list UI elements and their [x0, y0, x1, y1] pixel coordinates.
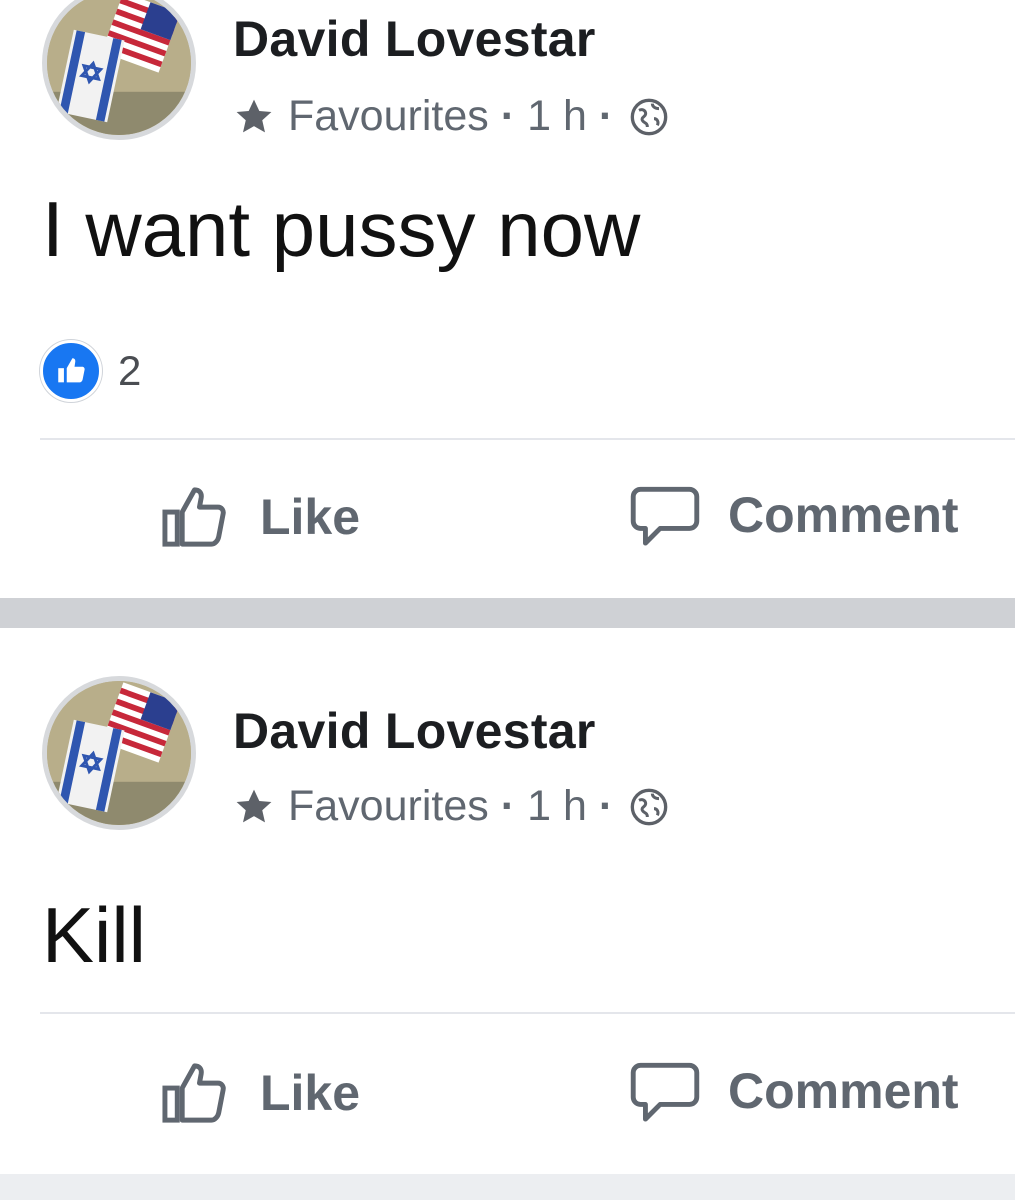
- post-meta: Favourites · 1 h ·: [232, 92, 669, 141]
- like-label: Like: [260, 1065, 361, 1121]
- comment-button[interactable]: Comment: [628, 1058, 959, 1124]
- like-button[interactable]: Like: [160, 482, 360, 552]
- divider: [40, 438, 1015, 440]
- star-icon: [236, 99, 272, 132]
- comment-icon: [630, 1062, 700, 1122]
- post-card-2: David Lovestar Favourites · 1 h · Kill L…: [0, 628, 1015, 1174]
- meta-separator: ·: [598, 92, 614, 140]
- reaction-summary[interactable]: 2: [40, 340, 141, 402]
- post-body-text: I want pussy now: [42, 185, 641, 273]
- audience-label[interactable]: Favourites: [288, 782, 489, 831]
- post-timestamp[interactable]: 1 h: [527, 92, 587, 141]
- divider: [40, 1012, 1015, 1014]
- meta-separator: ·: [500, 92, 516, 140]
- author-name[interactable]: David Lovestar: [233, 702, 596, 760]
- post-body-text: Kill: [42, 891, 147, 979]
- meta-separator: ·: [500, 782, 516, 830]
- like-label: Like: [260, 489, 361, 545]
- avatar-flags-image: [47, 0, 191, 135]
- thumbs-up-icon: [162, 1063, 226, 1123]
- author-avatar[interactable]: [42, 0, 196, 140]
- post-card-1: David Lovestar Favourites · 1 h · I want…: [0, 0, 1015, 598]
- comment-button[interactable]: Comment: [628, 482, 959, 548]
- reaction-count: 2: [118, 347, 142, 394]
- like-reaction-icon: [40, 340, 102, 402]
- author-name[interactable]: David Lovestar: [233, 10, 596, 68]
- meta-separator: ·: [598, 782, 614, 830]
- feed-separator: [0, 1174, 1015, 1200]
- globe-icon: [630, 98, 668, 135]
- audience-label[interactable]: Favourites: [288, 92, 489, 141]
- avatar-flags-image: [47, 681, 191, 825]
- feed-separator: [0, 598, 1015, 628]
- comment-label: Comment: [728, 487, 959, 543]
- post-meta: Favourites · 1 h ·: [232, 782, 669, 831]
- globe-icon: [630, 788, 668, 825]
- like-button[interactable]: Like: [160, 1058, 360, 1128]
- post-timestamp[interactable]: 1 h: [527, 782, 587, 831]
- comment-icon: [630, 486, 700, 546]
- star-icon: [236, 789, 272, 822]
- comment-label: Comment: [728, 1063, 959, 1119]
- thumbs-up-icon: [162, 487, 226, 547]
- author-avatar[interactable]: [42, 676, 196, 830]
